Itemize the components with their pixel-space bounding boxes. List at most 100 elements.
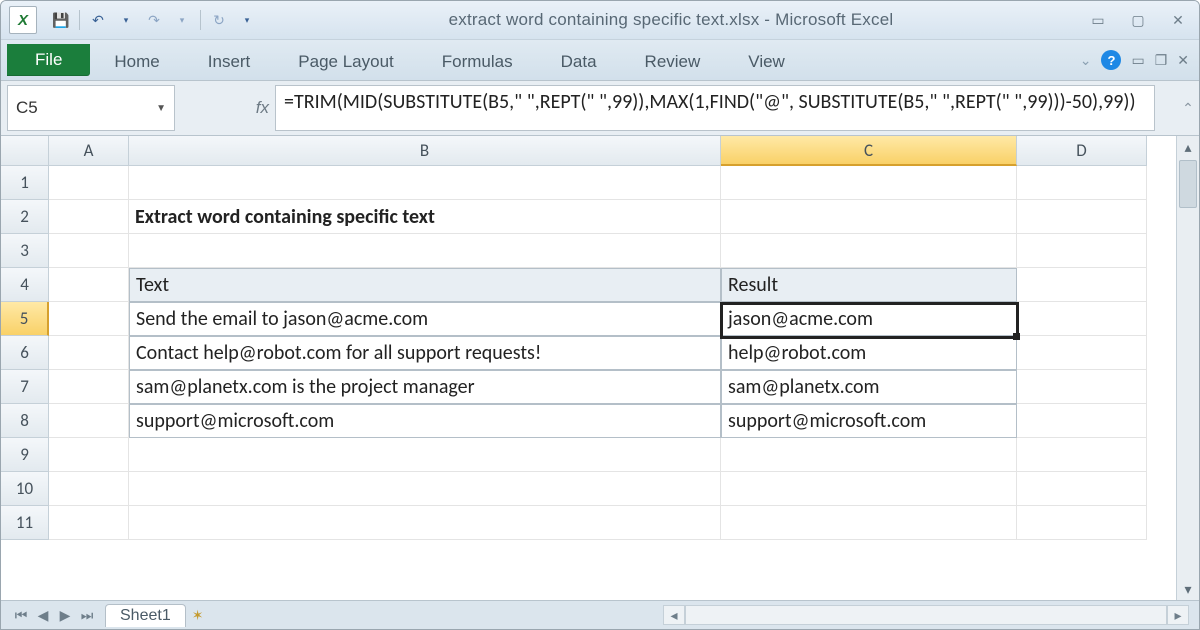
file-tab[interactable]: File (7, 44, 90, 76)
fx-icon[interactable]: fx (256, 98, 275, 118)
cell-A3[interactable] (49, 234, 129, 268)
row-header-5[interactable]: 5 (1, 302, 49, 336)
sheet-nav-first-icon[interactable]: ⏮ (11, 605, 31, 625)
row-header-4[interactable]: 4 (1, 268, 49, 302)
qat-customize-icon[interactable]: ▾ (237, 10, 257, 30)
scroll-left-icon[interactable]: ◂ (663, 605, 685, 625)
cell-D11[interactable] (1017, 506, 1147, 540)
worksheet[interactable]: A B C D 1 2 Extract word containing spec… (1, 136, 1199, 600)
undo-icon[interactable]: ↶ (88, 10, 108, 30)
cell-B8[interactable]: support@microsoft.com (129, 404, 721, 438)
tab-page-layout[interactable]: Page Layout (274, 44, 417, 80)
col-header-C[interactable]: C (721, 136, 1017, 166)
tab-review[interactable]: Review (621, 44, 725, 80)
sheet-nav-prev-icon[interactable]: ◀ (33, 605, 53, 625)
cell-B3[interactable] (129, 234, 721, 268)
tab-view[interactable]: View (724, 44, 809, 80)
cell-D4[interactable] (1017, 268, 1147, 302)
cell-A10[interactable] (49, 472, 129, 506)
cell-A9[interactable] (49, 438, 129, 472)
cell-A2[interactable] (49, 200, 129, 234)
cell-C1[interactable] (721, 166, 1017, 200)
cell-A6[interactable] (49, 336, 129, 370)
close-icon[interactable]: ✕ (1165, 10, 1191, 30)
cell-C11[interactable] (721, 506, 1017, 540)
cell-C10[interactable] (721, 472, 1017, 506)
redo-icon[interactable]: ↷ (144, 10, 164, 30)
vertical-scrollbar[interactable]: ▴ ▾ (1176, 136, 1199, 600)
col-header-A[interactable]: A (49, 136, 129, 166)
row-header-3[interactable]: 3 (1, 234, 49, 268)
cell-D2[interactable] (1017, 200, 1147, 234)
cell-D3[interactable] (1017, 234, 1147, 268)
cell-B10[interactable] (129, 472, 721, 506)
scroll-up-icon[interactable]: ▴ (1177, 136, 1199, 158)
cell-A7[interactable] (49, 370, 129, 404)
cell-A1[interactable] (49, 166, 129, 200)
cell-B9[interactable] (129, 438, 721, 472)
doc-minimize-icon[interactable]: ▭ (1131, 52, 1144, 69)
col-header-D[interactable]: D (1017, 136, 1147, 166)
name-box[interactable]: C5 ▼ (7, 85, 175, 131)
cell-C6[interactable]: help@robot.com (721, 336, 1017, 370)
tab-data[interactable]: Data (537, 44, 621, 80)
new-sheet-icon[interactable]: ✶ (192, 607, 204, 624)
maximize-icon[interactable]: ▢ (1125, 10, 1151, 30)
sheet-tab[interactable]: Sheet1 (105, 604, 186, 627)
repeat-icon[interactable]: ↻ (209, 10, 229, 30)
horizontal-scroll-track[interactable] (685, 605, 1167, 625)
cell-D6[interactable] (1017, 336, 1147, 370)
row-header-9[interactable]: 9 (1, 438, 49, 472)
minimize-icon[interactable]: ▭ (1085, 10, 1111, 30)
cell-D7[interactable] (1017, 370, 1147, 404)
tab-home[interactable]: Home (90, 44, 183, 80)
select-all-corner[interactable] (1, 136, 49, 166)
row-header-11[interactable]: 11 (1, 506, 49, 540)
formula-bar-expand-icon[interactable]: ⌃ (1177, 81, 1199, 135)
cell-D10[interactable] (1017, 472, 1147, 506)
formula-input[interactable]: =TRIM(MID(SUBSTITUTE(B5," ",REPT(" ",99)… (275, 85, 1155, 131)
cell-B1[interactable] (129, 166, 721, 200)
cell-C9[interactable] (721, 438, 1017, 472)
cell-C5[interactable]: jason@acme.com (721, 302, 1017, 336)
row-header-1[interactable]: 1 (1, 166, 49, 200)
tab-insert[interactable]: Insert (184, 44, 275, 80)
redo-dropdown-icon[interactable]: ▾ (172, 10, 192, 30)
name-box-dropdown-icon[interactable]: ▼ (156, 103, 166, 114)
cell-A11[interactable] (49, 506, 129, 540)
vertical-scroll-thumb[interactable] (1179, 160, 1197, 208)
doc-close-icon[interactable]: ✕ (1177, 52, 1189, 69)
row-header-10[interactable]: 10 (1, 472, 49, 506)
ribbon-minimize-icon[interactable]: ⌄ (1080, 52, 1092, 69)
cell-C2[interactable] (721, 200, 1017, 234)
cell-B2[interactable]: Extract word containing specific text (129, 200, 721, 234)
cell-C7[interactable]: sam@planetx.com (721, 370, 1017, 404)
cell-D9[interactable] (1017, 438, 1147, 472)
cell-D5[interactable] (1017, 302, 1147, 336)
cell-B7[interactable]: sam@planetx.com is the project manager (129, 370, 721, 404)
undo-dropdown-icon[interactable]: ▾ (116, 10, 136, 30)
row-header-6[interactable]: 6 (1, 336, 49, 370)
cell-D1[interactable] (1017, 166, 1147, 200)
cell-B11[interactable] (129, 506, 721, 540)
cell-C4[interactable]: Result (721, 268, 1017, 302)
cell-B6[interactable]: Contact help@robot.com for all support r… (129, 336, 721, 370)
cell-B5[interactable]: Send the email to jason@acme.com (129, 302, 721, 336)
cell-C3[interactable] (721, 234, 1017, 268)
fill-handle[interactable] (1013, 333, 1020, 340)
cell-A5[interactable] (49, 302, 129, 336)
col-header-B[interactable]: B (129, 136, 721, 166)
cell-C8[interactable]: support@microsoft.com (721, 404, 1017, 438)
tab-formulas[interactable]: Formulas (418, 44, 537, 80)
sheet-nav-last-icon[interactable]: ⏭ (77, 605, 97, 625)
row-header-8[interactable]: 8 (1, 404, 49, 438)
cell-D8[interactable] (1017, 404, 1147, 438)
help-icon[interactable]: ? (1101, 50, 1121, 70)
cell-A4[interactable] (49, 268, 129, 302)
cell-B4[interactable]: Text (129, 268, 721, 302)
doc-restore-icon[interactable]: ❐ (1155, 52, 1168, 69)
scroll-down-icon[interactable]: ▾ (1177, 578, 1199, 600)
scroll-right-icon[interactable]: ▸ (1167, 605, 1189, 625)
cell-A8[interactable] (49, 404, 129, 438)
excel-logo[interactable]: X (9, 6, 37, 34)
